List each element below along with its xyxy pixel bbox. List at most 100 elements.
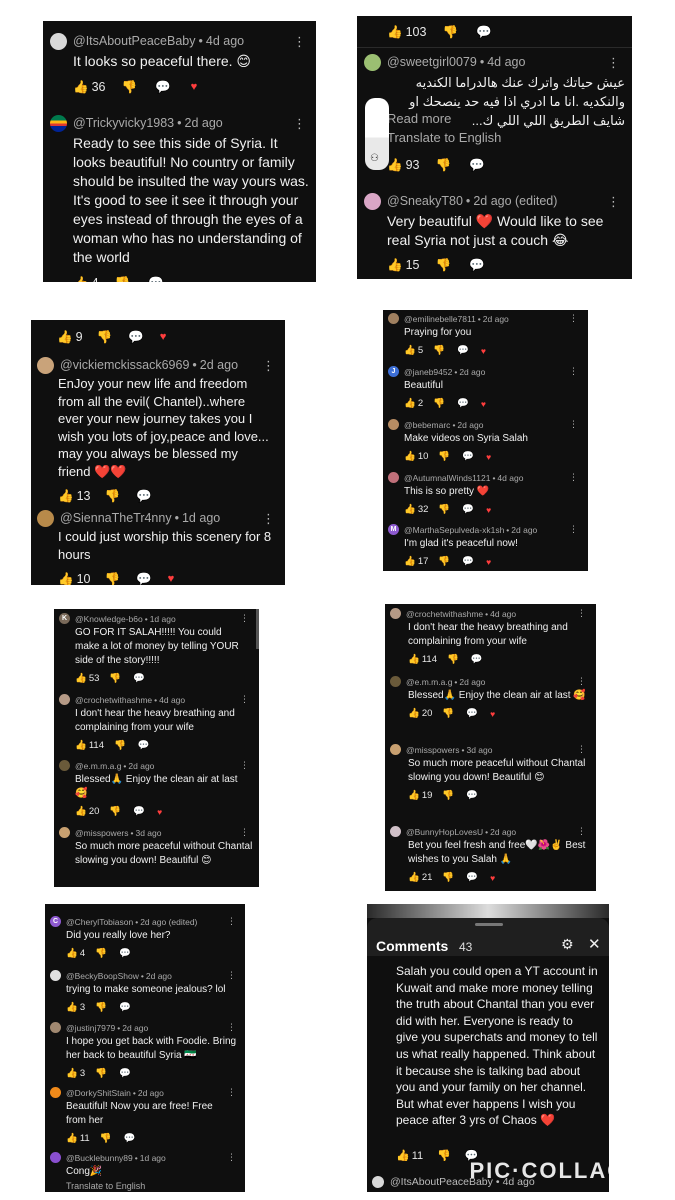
like-icon[interactable]: 👍 (387, 25, 403, 40)
sort-filter-icon[interactable]: ⚙ (561, 936, 574, 953)
reply-icon[interactable]: 💬 (119, 1068, 131, 1079)
reply-icon[interactable]: 💬 (457, 345, 469, 356)
reply-icon[interactable]: 💬 (119, 948, 131, 959)
more-options-icon[interactable]: ⋮ (569, 366, 578, 377)
more-options-icon[interactable]: ⋮ (227, 1152, 236, 1163)
reply-icon[interactable]: 💬 (133, 673, 145, 684)
like-icon[interactable]: 👍 (58, 572, 74, 586)
like-icon[interactable]: 👍 (75, 740, 87, 751)
floating-overlay[interactable]: ⚇ (365, 98, 389, 170)
avatar[interactable] (50, 32, 67, 50)
dislike-icon[interactable]: 👎 (433, 345, 445, 356)
comment-author[interactable]: @SiennaTheTr4nny (60, 511, 172, 525)
creator-heart-icon[interactable]: ♥ (490, 709, 495, 719)
more-options-icon[interactable]: ⋮ (227, 1087, 236, 1098)
drag-handle[interactable] (475, 923, 503, 926)
more-options-icon[interactable]: ⋮ (569, 419, 578, 430)
comment-author[interactable]: @janeb9452 (404, 367, 452, 377)
like-icon[interactable]: 👍 (73, 80, 89, 95)
reply-icon[interactable]: 💬 (138, 740, 150, 751)
dislike-icon[interactable]: 👎 (438, 504, 450, 515)
avatar[interactable] (388, 419, 399, 430)
scrollbar[interactable] (256, 609, 259, 649)
more-options-icon[interactable]: ⋮ (577, 744, 586, 755)
comment-author[interactable]: @DorkyShitStain (66, 1088, 131, 1098)
dislike-icon[interactable]: 👎 (442, 25, 458, 40)
avatar[interactable] (364, 53, 381, 71)
comment-author[interactable]: @AutumnalWinds1121 (404, 473, 490, 483)
like-icon[interactable]: 👍 (404, 398, 416, 409)
comment-author[interactable]: @Knowledge-b6o (75, 614, 143, 624)
read-more-link[interactable]: Read more (387, 111, 467, 126)
reply-icon[interactable]: 💬 (476, 25, 492, 40)
avatar[interactable] (59, 827, 70, 838)
creator-heart-icon[interactable]: ♥ (481, 399, 486, 409)
avatar[interactable]: J (388, 366, 399, 377)
like-icon[interactable]: 👍 (396, 1149, 410, 1162)
comment-author[interactable]: @Trickyvicky1983 (73, 116, 174, 130)
more-options-icon[interactable]: ⋮ (293, 34, 306, 50)
reply-icon[interactable]: 💬 (466, 708, 478, 719)
reply-icon[interactable]: 💬 (155, 80, 171, 95)
dislike-icon[interactable]: 👎 (437, 1149, 451, 1162)
creator-heart-icon[interactable]: ♥ (160, 331, 167, 343)
like-icon[interactable]: 👍 (66, 1068, 78, 1079)
like-icon[interactable]: 👍 (404, 556, 416, 567)
reply-icon[interactable]: 💬 (124, 1133, 136, 1144)
creator-heart-icon[interactable]: ♥ (486, 505, 491, 515)
translate-link[interactable]: Translate to English (387, 130, 626, 145)
like-icon[interactable]: 👍 (73, 276, 89, 283)
reply-icon[interactable]: 💬 (462, 556, 474, 567)
creator-heart-icon[interactable]: ♥ (490, 873, 495, 883)
avatar[interactable] (50, 970, 61, 981)
avatar[interactable] (50, 1152, 61, 1163)
dislike-icon[interactable]: 👎 (95, 1068, 107, 1079)
comment-author[interactable]: @e.m.m.a.g (406, 677, 452, 687)
more-options-icon[interactable]: ⋮ (240, 760, 249, 771)
avatar[interactable] (372, 1176, 384, 1188)
reply-icon[interactable]: 💬 (471, 654, 483, 665)
dislike-icon[interactable]: 👎 (435, 258, 451, 273)
dislike-icon[interactable]: 👎 (115, 276, 131, 283)
creator-heart-icon[interactable]: ♥ (157, 807, 162, 817)
comment-author[interactable]: @CherylTobiason (66, 917, 133, 927)
comment-author[interactable]: @sweetgirl0079 (387, 55, 477, 69)
reply-icon[interactable]: 💬 (133, 806, 145, 817)
like-icon[interactable]: 👍 (75, 673, 87, 684)
translate-link[interactable]: Translate to English (66, 1181, 242, 1191)
reply-icon[interactable]: 💬 (136, 572, 152, 586)
comment-author[interactable]: @e.m.m.a.g (75, 761, 121, 771)
dislike-icon[interactable]: 👎 (121, 80, 137, 95)
like-icon[interactable]: 👍 (404, 451, 416, 462)
comment-author[interactable]: @crochetwithashme (406, 609, 483, 619)
dislike-icon[interactable]: 👎 (438, 556, 450, 567)
comment-author[interactable]: @emilinebelle7811 (404, 314, 476, 324)
avatar[interactable] (37, 509, 54, 527)
dislike-icon[interactable]: 👎 (109, 806, 121, 817)
avatar[interactable] (390, 744, 401, 755)
reply-icon[interactable]: 💬 (462, 504, 474, 515)
comment-author[interactable]: @SneakyT80 (387, 194, 463, 208)
comment-author[interactable]: @MarthaSepulveda-xk1sh (404, 525, 504, 535)
more-options-icon[interactable]: ⋮ (227, 916, 236, 927)
more-options-icon[interactable]: ⋮ (240, 613, 249, 624)
like-icon[interactable]: 👍 (387, 258, 403, 273)
comment-author[interactable]: @crochetwithashme (75, 695, 152, 705)
more-options-icon[interactable]: ⋮ (577, 676, 586, 687)
like-icon[interactable]: 👍 (387, 158, 403, 173)
like-icon[interactable]: 👍 (75, 806, 87, 817)
more-options-icon[interactable]: ⋮ (577, 826, 586, 837)
avatar[interactable] (364, 192, 381, 210)
reply-icon[interactable]: 💬 (466, 790, 478, 801)
like-icon[interactable]: 👍 (408, 708, 420, 719)
more-options-icon[interactable]: ⋮ (240, 827, 249, 838)
creator-heart-icon[interactable]: ♥ (168, 573, 175, 585)
avatar[interactable] (388, 313, 399, 324)
more-options-icon[interactable]: ⋮ (607, 55, 620, 71)
dislike-icon[interactable]: 👎 (95, 948, 107, 959)
comment-author[interactable]: @BunnyHopLovesU (406, 827, 483, 837)
like-icon[interactable]: 👍 (404, 345, 416, 356)
creator-heart-icon[interactable]: ♥ (486, 452, 491, 462)
dislike-icon[interactable]: 👎 (442, 872, 454, 883)
like-icon[interactable]: 👍 (57, 330, 73, 345)
